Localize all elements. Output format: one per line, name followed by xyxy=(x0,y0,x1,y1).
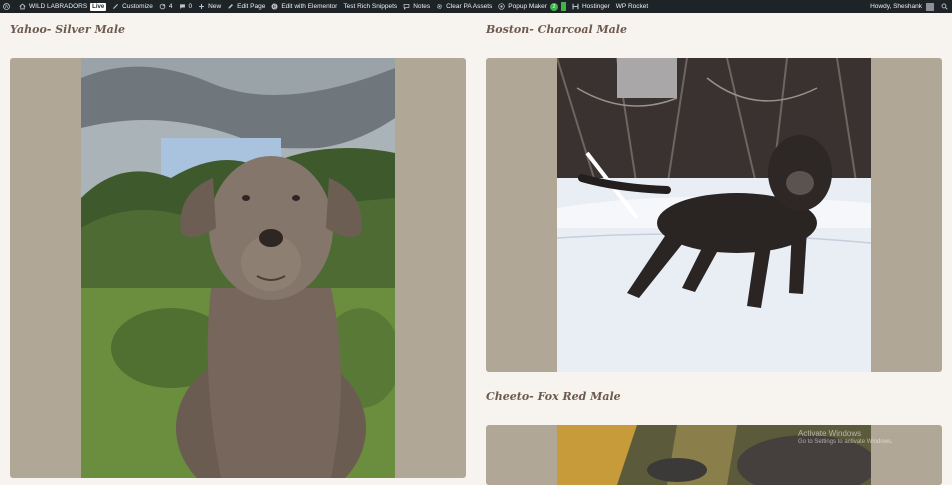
rich-snippets-label: Test Rich Snippets xyxy=(343,3,398,10)
comments-button[interactable]: 0 xyxy=(176,0,196,13)
comment-icon xyxy=(179,4,185,9)
dog-card-yahoo xyxy=(10,58,466,478)
dog-title-yahoo: Yahoo- Silver Male xyxy=(10,23,125,36)
rich-snippets-button[interactable]: Test Rich Snippets xyxy=(340,0,400,13)
clear-assets-button[interactable]: Clear PA Assets xyxy=(433,0,495,13)
wp-rocket-label: WP Rocket xyxy=(615,3,649,10)
dog-photo-boston xyxy=(557,58,871,372)
svg-text:W: W xyxy=(4,4,9,9)
updates-count: 4 xyxy=(168,3,173,10)
updates-icon xyxy=(159,3,166,10)
edit-page-button[interactable]: Edit Page xyxy=(224,0,268,13)
dog-title-cheeto: Cheeto- Fox Red Male xyxy=(486,390,621,403)
wordpress-logo-button[interactable]: W xyxy=(0,0,16,13)
wp-rocket-button[interactable]: WP Rocket xyxy=(613,0,651,13)
windows-watermark-title: Activate Windows xyxy=(798,429,862,438)
site-name-menu[interactable]: WILD LABRADORS Live xyxy=(16,0,109,13)
howdy-label: Howdy, Sheshank xyxy=(870,3,922,10)
dog-photo-yahoo xyxy=(81,58,395,478)
site-name: WILD LABRADORS xyxy=(29,3,88,10)
new-label: New xyxy=(208,3,222,10)
new-content-button[interactable]: New xyxy=(195,0,224,13)
customize-label: Customize xyxy=(122,3,153,10)
brush-icon xyxy=(113,4,119,9)
popup-count-badge: 2 xyxy=(549,2,558,11)
popup-maker-icon xyxy=(498,3,505,10)
search-button[interactable] xyxy=(937,0,952,13)
notes-icon xyxy=(403,4,410,10)
clear-assets-label: Clear PA Assets xyxy=(446,3,493,10)
hostinger-label: Hostinger xyxy=(581,3,610,10)
elementor-icon xyxy=(271,3,278,10)
popup-maker-label: Popup Maker xyxy=(508,3,547,10)
hostinger-button[interactable]: Hostinger xyxy=(569,0,613,13)
edit-page-label: Edit Page xyxy=(237,3,266,10)
search-icon xyxy=(941,3,948,10)
popup-maker-button[interactable]: Popup Maker 2 xyxy=(495,0,569,13)
pencil-icon xyxy=(228,4,234,9)
account-menu[interactable]: Howdy, Sheshank xyxy=(867,0,937,13)
wordpress-icon: W xyxy=(3,3,10,10)
customize-button[interactable]: Customize xyxy=(109,0,156,13)
wp-admin-bar: W WILD LABRADORS Live Customize 4 0 New … xyxy=(0,0,952,13)
edit-elementor-button[interactable]: Edit with Elementor xyxy=(268,0,340,13)
dog-card-boston xyxy=(486,58,942,372)
avatar xyxy=(926,2,934,11)
notes-label: Notes xyxy=(413,3,431,10)
windows-watermark-subtitle: Go to Settings to activate Windows. xyxy=(798,439,893,445)
comments-count: 0 xyxy=(188,3,193,10)
status-indicator xyxy=(560,2,566,11)
updates-button[interactable]: 4 xyxy=(156,0,176,13)
dog-title-boston: Boston- Charcoal Male xyxy=(486,23,627,36)
live-badge: Live xyxy=(90,2,107,11)
notes-button[interactable]: Notes xyxy=(400,0,433,13)
edit-elementor-label: Edit with Elementor xyxy=(281,3,338,10)
home-icon xyxy=(19,3,26,10)
dog-card-cheeto: Activate Windows Go to Settings to activ… xyxy=(486,425,942,485)
plus-icon xyxy=(199,4,205,9)
gear-icon xyxy=(437,4,443,9)
hostinger-icon xyxy=(572,3,579,10)
